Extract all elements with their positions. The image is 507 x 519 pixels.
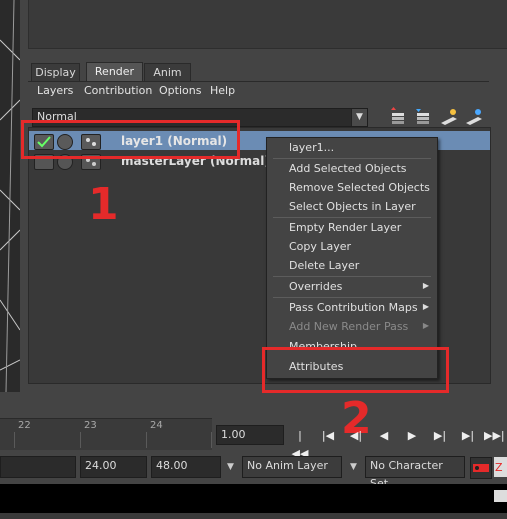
menu-item-layer1[interactable]: layer1... bbox=[289, 141, 334, 154]
step-back-frame-icon[interactable]: ◀| bbox=[346, 427, 366, 445]
step-forward-frame-icon[interactable]: ▶| bbox=[430, 427, 450, 445]
menu-item-add-render-pass: Add New Render Pass bbox=[289, 320, 409, 333]
script-editor-icon[interactable] bbox=[494, 490, 507, 502]
range-slider-bar[interactable] bbox=[0, 456, 76, 478]
annotation-box-2 bbox=[262, 347, 449, 393]
menu-item-add-selected[interactable]: Add Selected Objects bbox=[289, 162, 407, 175]
annotation-number-1: 1 bbox=[88, 179, 119, 230]
menu-options[interactable]: Options bbox=[159, 84, 201, 97]
menu-item-pass-contribution[interactable]: Pass Contribution Maps bbox=[289, 301, 418, 314]
viewport-grid bbox=[0, 0, 20, 392]
new-layer-selected-icon[interactable] bbox=[413, 107, 433, 127]
submenu-arrow-icon: ▶ bbox=[422, 321, 429, 330]
range-end-field[interactable]: 48.00 bbox=[151, 456, 221, 478]
menu-help[interactable]: Help bbox=[210, 84, 235, 97]
tick-mark bbox=[146, 432, 147, 448]
anim-layer-dropdown[interactable]: No Anim Layer bbox=[242, 456, 342, 478]
menu-separator bbox=[273, 217, 431, 218]
tick-label: 24 bbox=[150, 420, 163, 431]
viewport-panel[interactable] bbox=[0, 0, 20, 392]
anim-prefs-icon[interactable]: Z bbox=[494, 457, 507, 477]
tick-mark bbox=[80, 432, 81, 448]
help-line bbox=[0, 513, 507, 519]
tab-anim[interactable]: Anim bbox=[144, 63, 191, 82]
menu-item-empty-layer[interactable]: Empty Render Layer bbox=[289, 221, 401, 234]
svg-text:Z: Z bbox=[495, 461, 503, 474]
range-start-field[interactable]: 24.00 bbox=[80, 456, 147, 478]
annotation-box-1 bbox=[21, 120, 240, 159]
character-set-dropdown[interactable]: No Character Set bbox=[365, 456, 465, 490]
chevron-down-icon[interactable]: ▼ bbox=[350, 462, 357, 472]
channel-box-area bbox=[28, 0, 507, 49]
tab-render[interactable]: Render bbox=[86, 62, 143, 83]
go-to-end-icon[interactable]: ▶▶| bbox=[484, 427, 505, 445]
chevron-down-icon: ▼ bbox=[351, 109, 367, 126]
current-frame-field[interactable]: 1.00 bbox=[216, 425, 284, 445]
menu-item-remove-selected[interactable]: Remove Selected Objects bbox=[289, 181, 430, 194]
menu-item-overrides[interactable]: Overrides bbox=[289, 280, 342, 293]
tick-mark bbox=[14, 432, 15, 448]
auto-key-icon[interactable] bbox=[470, 457, 492, 479]
menu-separator bbox=[273, 158, 431, 159]
menu-item-select-objects[interactable]: Select Objects in Layer bbox=[289, 200, 416, 213]
menu-contribution[interactable]: Contribution bbox=[84, 84, 152, 97]
step-back-key-icon[interactable]: |◀ bbox=[318, 427, 338, 445]
go-to-start-icon[interactable]: |◀◀ bbox=[290, 427, 310, 460]
menu-separator bbox=[273, 276, 431, 277]
time-slider[interactable] bbox=[0, 418, 212, 450]
move-up-icon[interactable] bbox=[439, 107, 459, 127]
menu-item-delete-layer[interactable]: Delete Layer bbox=[289, 259, 359, 272]
submenu-arrow-icon: ▶ bbox=[422, 281, 429, 290]
tick-mark bbox=[211, 432, 212, 448]
chevron-down-icon[interactable]: ▼ bbox=[227, 462, 234, 472]
tick-label: 23 bbox=[84, 420, 97, 431]
play-backward-icon[interactable]: ◀ bbox=[374, 427, 394, 445]
menu-layers[interactable]: Layers bbox=[37, 84, 73, 97]
new-layer-icon[interactable] bbox=[388, 107, 408, 127]
tab-display[interactable]: Display bbox=[31, 63, 80, 82]
play-forward-icon[interactable]: ▶ bbox=[402, 427, 422, 445]
layer-context-menu[interactable]: layer1... Add Selected Objects Remove Se… bbox=[266, 137, 438, 379]
submenu-arrow-icon: ▶ bbox=[422, 302, 429, 311]
tick-label: 22 bbox=[18, 420, 31, 431]
menu-item-copy-layer[interactable]: Copy Layer bbox=[289, 240, 351, 253]
move-down-icon[interactable] bbox=[464, 107, 484, 127]
menu-separator bbox=[273, 297, 431, 298]
step-forward-key-icon[interactable]: ▶| bbox=[458, 427, 478, 445]
